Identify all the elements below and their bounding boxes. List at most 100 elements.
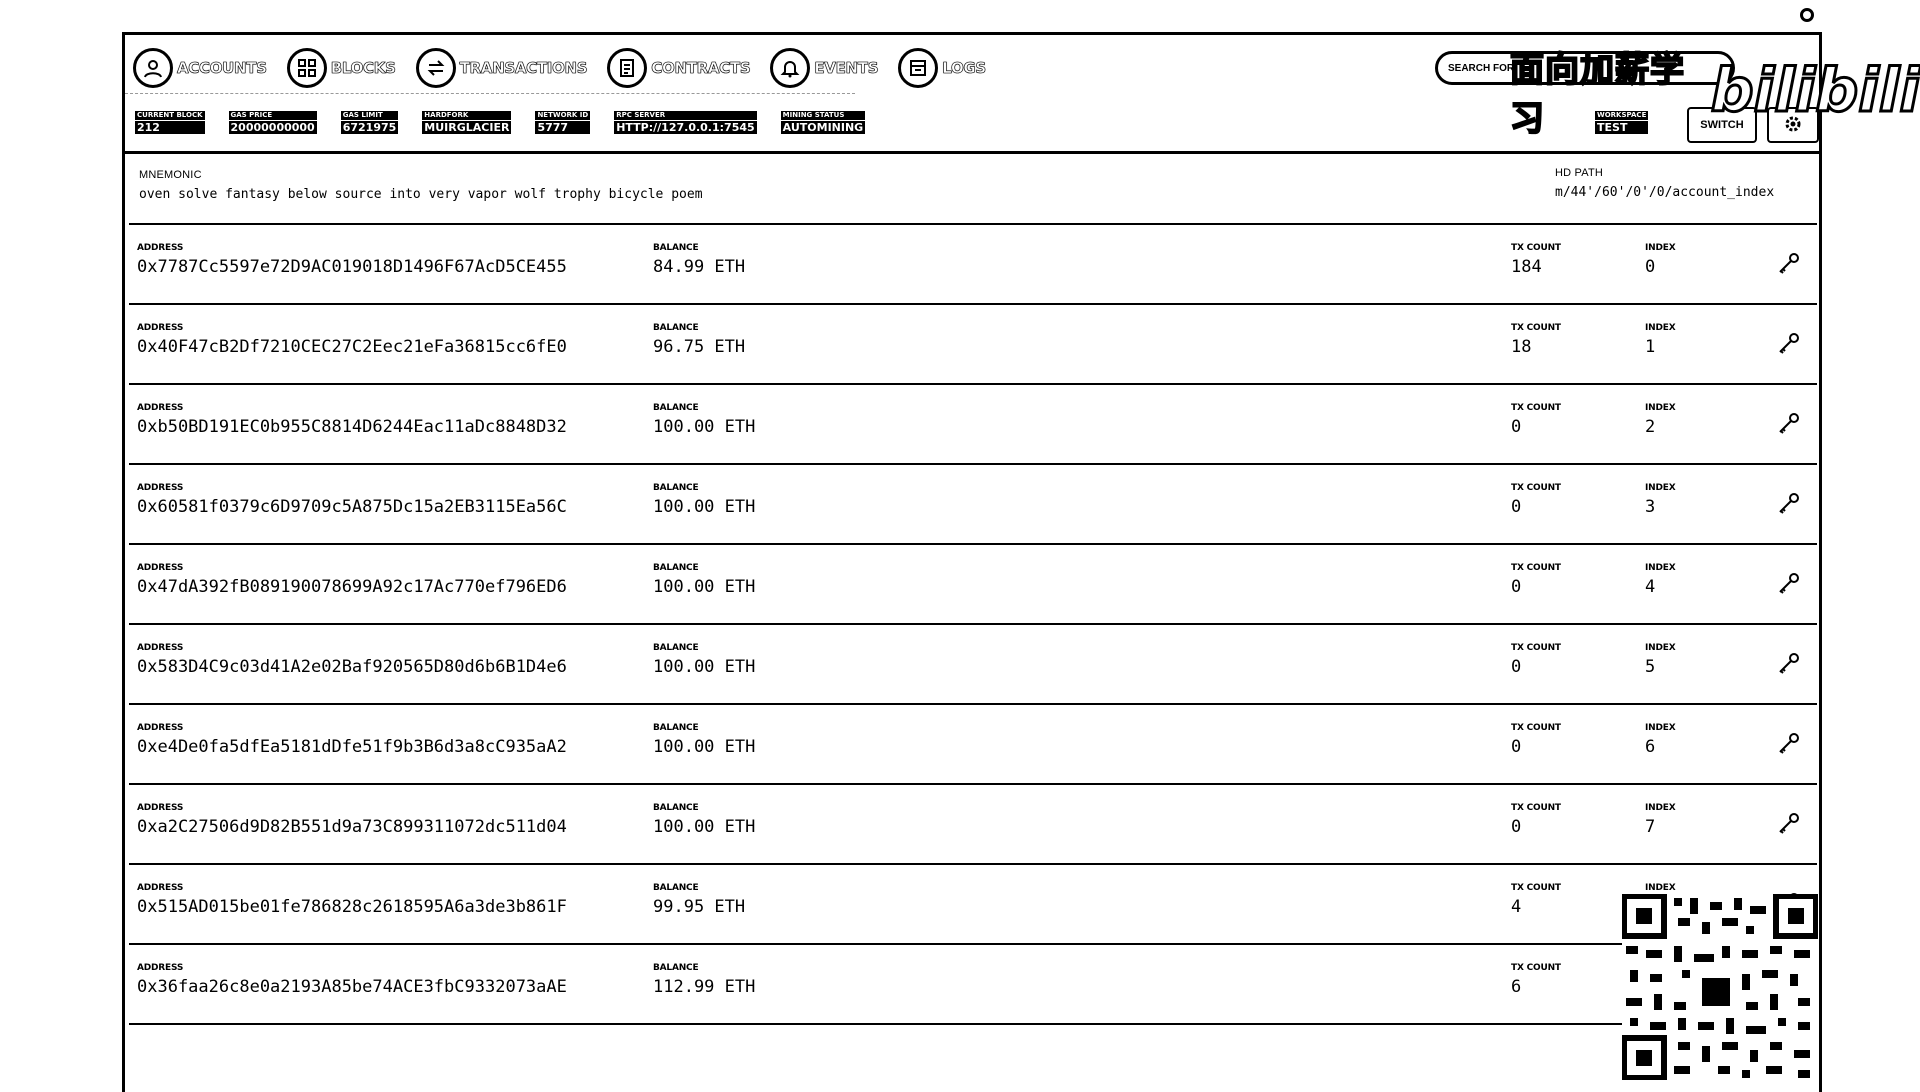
nav-accounts-label: ACCOUNTS bbox=[177, 59, 268, 78]
index-label: INDEX bbox=[1645, 483, 1676, 493]
balance-cell: BALANCE 100.00 ETH bbox=[653, 643, 755, 677]
index-cell: INDEX 3 bbox=[1645, 483, 1676, 517]
hd-path-value: m/44'/60'/0'/0/account_index bbox=[1555, 185, 1775, 200]
balance-value: 84.99 ETH bbox=[653, 257, 746, 277]
stat-value: 212 bbox=[135, 121, 205, 134]
tx-count-cell: TX COUNT 6 bbox=[1511, 963, 1561, 997]
stat-value: 5777 bbox=[535, 121, 591, 134]
balance-cell: BALANCE 96.75 ETH bbox=[653, 323, 745, 357]
address-cell: ADDRESS 0x515AD015be01fe786828c2618595A6a… bbox=[137, 883, 567, 917]
nav-blocks-label: BLOCKS bbox=[330, 59, 396, 78]
key-icon[interactable] bbox=[1775, 651, 1801, 677]
nav-logs-label: LOGS bbox=[942, 59, 987, 78]
address-label: ADDRESS bbox=[137, 643, 184, 653]
balance-value: 100.00 ETH bbox=[653, 737, 756, 757]
index-label: INDEX bbox=[1645, 883, 1676, 893]
address-value[interactable]: 0xe4De0fa5dfEa5181dDfe51f9b3B6d3a8cC935a… bbox=[137, 737, 567, 757]
account-row: ADDRESS 0x583D4C9c03d41A2e02Baf920565D80d… bbox=[129, 625, 1817, 705]
balance-cell: BALANCE 100.00 ETH bbox=[653, 723, 755, 757]
key-icon[interactable] bbox=[1775, 571, 1801, 597]
key-icon[interactable] bbox=[1775, 731, 1801, 757]
stat-label: RPC SERVER bbox=[614, 111, 757, 120]
account-icon bbox=[133, 48, 173, 88]
address-value[interactable]: 0xa2C27506d9D82B551d9a73C899311072dc511d… bbox=[137, 817, 567, 837]
balance-value: 99.95 ETH bbox=[653, 897, 746, 917]
qr-code bbox=[1621, 893, 1819, 1081]
stat-label: MINING STATUS bbox=[780, 111, 866, 120]
search-placeholder: SEARCH FOR bbox=[1448, 62, 1515, 74]
watermark: 面向加薪学习 bilibili bbox=[1509, 42, 1920, 140]
stat-value: 6721975 bbox=[340, 121, 399, 134]
mnemonic-section: MNEMONIC oven solve fantasy below source… bbox=[139, 169, 703, 202]
index-value: 6 bbox=[1645, 737, 1656, 757]
account-row: ADDRESS 0x60581f0379c6D9709c5A875Dc15a2EB… bbox=[129, 465, 1817, 545]
index-label: INDEX bbox=[1645, 563, 1676, 573]
address-value[interactable]: 0x60581f0379c6D9709c5A875Dc15a2EB3115Ea5… bbox=[137, 497, 567, 517]
address-label: ADDRESS bbox=[137, 883, 184, 893]
address-cell: ADDRESS 0x60581f0379c6D9709c5A875Dc15a2EB… bbox=[137, 483, 567, 517]
address-value[interactable]: 0x36faa26c8e0a2193A85be74ACE3fbC9332073a… bbox=[137, 977, 567, 997]
tx-count-value: 6 bbox=[1511, 977, 1522, 997]
app-window: ACCOUNTS BLOCKS TRANSACTIONS CONTRACTS E… bbox=[122, 32, 1822, 1092]
nav-logs[interactable]: LOGS bbox=[898, 48, 987, 88]
index-value: 4 bbox=[1645, 577, 1656, 597]
index-label: INDEX bbox=[1645, 403, 1676, 413]
stat-gas-limit: GAS LIMIT 6721975 bbox=[340, 111, 399, 134]
logs-icon bbox=[898, 48, 939, 88]
address-value[interactable]: 0x47dA392fB089190078699A92c17Ac770ef796E… bbox=[137, 577, 567, 597]
bilibili-logo: bilibili bbox=[1709, 55, 1920, 128]
index-value: 5 bbox=[1645, 657, 1656, 677]
index-value: 7 bbox=[1645, 817, 1656, 837]
account-row: ADDRESS 0x40F47cB2Df7210CEC27C2Eec21eFa36… bbox=[129, 305, 1817, 385]
address-label: ADDRESS bbox=[137, 323, 184, 333]
balance-cell: BALANCE 84.99 ETH bbox=[653, 243, 745, 277]
record-dot-icon bbox=[1800, 8, 1814, 22]
account-row: ADDRESS 0xa2C27506d9D82B551d9a73C89931107… bbox=[129, 785, 1817, 865]
status-bar: CURRENT BLOCK 212 GAS PRICE 20000000000 … bbox=[135, 111, 889, 134]
address-cell: ADDRESS 0xe4De0fa5dfEa5181dDfe51f9b3B6d3a… bbox=[137, 723, 567, 757]
address-value[interactable]: 0x40F47cB2Df7210CEC27C2Eec21eFa36815cc6f… bbox=[137, 337, 567, 357]
address-value[interactable]: 0x583D4C9c03d41A2e02Baf920565D80d6b6B1D4… bbox=[137, 657, 567, 677]
balance-cell: BALANCE 112.99 ETH bbox=[653, 963, 755, 997]
address-cell: ADDRESS 0x583D4C9c03d41A2e02Baf920565D80d… bbox=[137, 643, 567, 677]
stat-label: GAS LIMIT bbox=[340, 111, 399, 120]
account-row: ADDRESS 0x36faa26c8e0a2193A85be74ACE3fbC9… bbox=[129, 945, 1817, 1025]
stat-value: 20000000000 bbox=[228, 121, 317, 134]
key-icon[interactable] bbox=[1775, 331, 1801, 357]
key-icon[interactable] bbox=[1775, 251, 1801, 277]
address-value[interactable]: 0xb50BD191EC0b955C8814D6244Eac11aDc8848D… bbox=[137, 417, 567, 437]
index-value: 2 bbox=[1645, 417, 1656, 437]
key-icon[interactable] bbox=[1775, 411, 1801, 437]
address-label: ADDRESS bbox=[137, 243, 184, 253]
account-row: ADDRESS 0xb50BD191EC0b955C8814D6244Eac11a… bbox=[129, 385, 1817, 465]
balance-value: 96.75 ETH bbox=[653, 337, 746, 357]
index-cell: INDEX 2 bbox=[1645, 403, 1676, 437]
balance-value: 100.00 ETH bbox=[653, 817, 756, 837]
nav-contracts[interactable]: CONTRACTS bbox=[607, 48, 751, 88]
nav-events[interactable]: EVENTS bbox=[770, 48, 879, 88]
address-cell: ADDRESS 0xa2C27506d9D82B551d9a73C89931107… bbox=[137, 803, 567, 837]
stat-value: AUTOMINING bbox=[780, 121, 866, 134]
key-icon[interactable] bbox=[1775, 491, 1801, 517]
key-icon[interactable] bbox=[1775, 811, 1801, 837]
balance-cell: BALANCE 100.00 ETH bbox=[653, 803, 755, 837]
address-value[interactable]: 0x515AD015be01fe786828c2618595A6a3de3b86… bbox=[137, 897, 567, 917]
transactions-icon bbox=[415, 48, 456, 88]
address-value[interactable]: 0x7787Cc5597e72D9AC019018D1496F67AcD5CE4… bbox=[137, 257, 567, 277]
tx-count-label: TX COUNT bbox=[1511, 243, 1561, 253]
tx-count-label: TX COUNT bbox=[1511, 563, 1561, 573]
tx-count-value: 18 bbox=[1511, 337, 1532, 357]
address-label: ADDRESS bbox=[137, 483, 184, 493]
nav-accounts[interactable]: ACCOUNTS bbox=[133, 48, 267, 88]
tx-count-value: 184 bbox=[1511, 257, 1542, 277]
balance-cell: BALANCE 100.00 ETH bbox=[653, 483, 755, 517]
balance-value: 100.00 ETH bbox=[653, 417, 756, 437]
stat-network-id: NETWORK ID 5777 bbox=[535, 111, 591, 134]
address-cell: ADDRESS 0x36faa26c8e0a2193A85be74ACE3fbC9… bbox=[137, 963, 567, 997]
stat-gas-price: GAS PRICE 20000000000 bbox=[228, 111, 317, 134]
balance-label: BALANCE bbox=[653, 483, 699, 493]
nav-transactions[interactable]: TRANSACTIONS bbox=[415, 48, 588, 88]
index-value: 1 bbox=[1645, 337, 1656, 357]
balance-cell: BALANCE 100.00 ETH bbox=[653, 563, 755, 597]
nav-blocks[interactable]: BLOCKS bbox=[286, 48, 396, 88]
